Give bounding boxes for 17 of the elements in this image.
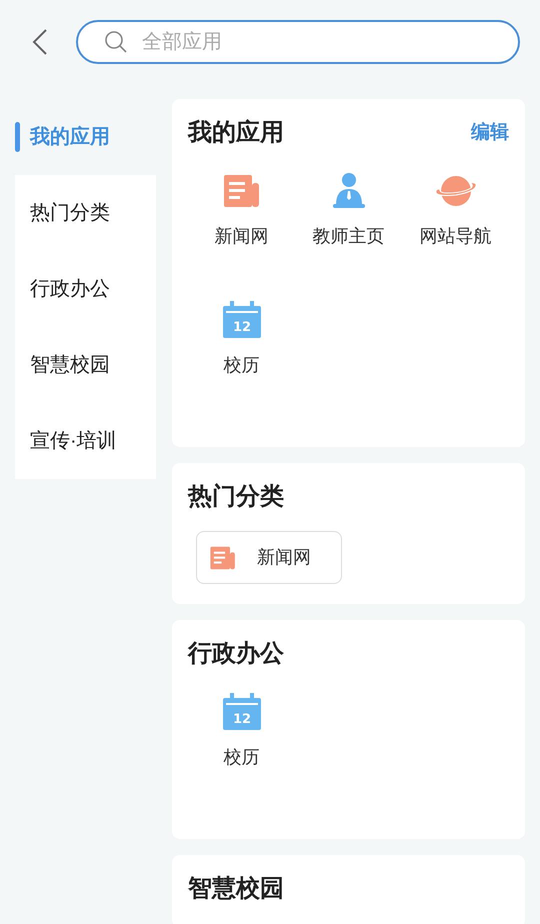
search-field[interactable]: 全部应用	[76, 20, 520, 64]
section-title: 热门分类	[188, 482, 284, 512]
app-chip[interactable]: 新闻网	[196, 531, 342, 584]
app-item[interactable]: 网站导航	[402, 171, 509, 250]
section-title: 行政办公	[188, 639, 284, 669]
app-item[interactable]: 新闻网	[188, 171, 295, 250]
section-title: 智慧校园	[188, 874, 284, 904]
selection-bar	[15, 122, 20, 152]
sidebar-item[interactable]: 行政办公	[15, 251, 156, 327]
app-item[interactable]: 12 校历	[188, 692, 295, 771]
app-item[interactable]: 教师主页	[295, 171, 402, 250]
search-icon	[104, 30, 128, 54]
sidebar-item[interactable]: 宣传·培训	[15, 403, 156, 479]
sidebar-item[interactable]: 热门分类	[15, 175, 156, 251]
app-item[interactable]: 12 校历	[188, 300, 295, 379]
sidebar-item[interactable]: 智慧校园	[15, 327, 156, 403]
section-title: 我的应用	[188, 118, 284, 148]
